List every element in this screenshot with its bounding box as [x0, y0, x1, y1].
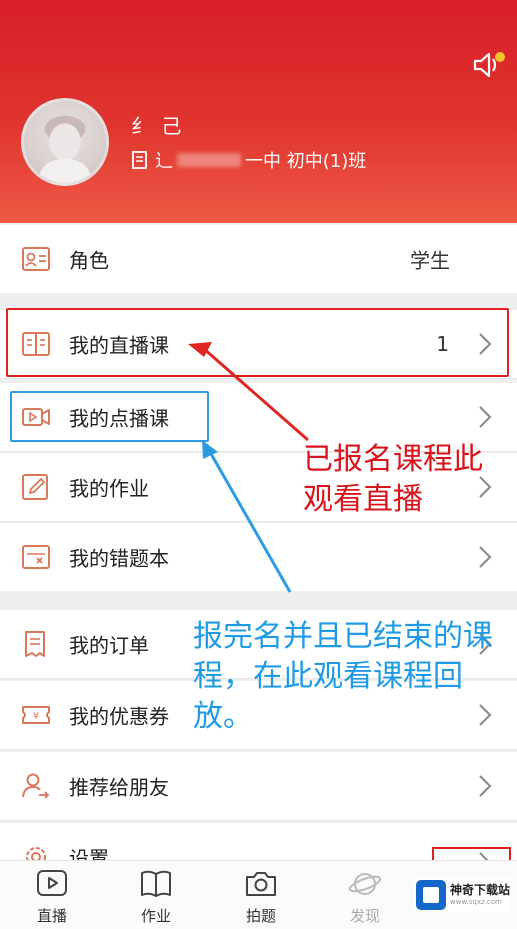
orders-label: 我的订单 [69, 633, 149, 658]
open-book-icon [141, 870, 171, 897]
chevron-right-icon [479, 406, 492, 428]
tab-homework-label: 作业 [140, 907, 171, 925]
mistake-book-icon [22, 545, 50, 569]
tab-live-label: 直播 [36, 907, 67, 925]
tab-photo[interactable]: 拍题 [226, 867, 296, 926]
logo-url: www.sqxz.com [450, 897, 502, 906]
divider [0, 378, 517, 379]
logo-mark [416, 879, 446, 910]
play-icon [37, 870, 67, 896]
edit-icon [22, 474, 48, 500]
school-class: 一中 初中(1)班 [245, 151, 367, 172]
highlight-live-courses [6, 308, 509, 377]
role-row: 角色 学生 [0, 225, 517, 293]
coupons-label: 我的优惠券 [69, 704, 169, 729]
school-icon [132, 151, 147, 169]
tab-live[interactable]: 直播 [17, 867, 87, 926]
id-card-icon [22, 247, 50, 271]
camera-icon [246, 872, 276, 896]
annotation-live: 已报名课程此观看直播 [303, 442, 483, 517]
share-user-icon [22, 773, 50, 799]
tab-homework[interactable]: 作业 [121, 867, 191, 926]
role-label: 角色 [69, 248, 109, 273]
tab-discover[interactable]: 发现 [330, 867, 400, 926]
site-logo: 神奇下载站 www.sqxz.com [414, 877, 510, 912]
planet-icon [348, 873, 382, 895]
username: 纟 己 [131, 114, 184, 138]
school-info: 辶 一中 初中(1)班 [131, 147, 366, 173]
speaker-icon[interactable] [472, 50, 506, 80]
tab-discover-label: 发现 [349, 907, 380, 925]
recommend-label: 推荐给朋友 [69, 775, 169, 800]
profile-header: 纟 己 辶 一中 初中(1)班 [0, 0, 517, 223]
tab-photo-label: 拍题 [245, 907, 276, 925]
logo-name: 神奇下载站 [450, 882, 511, 897]
role-value: 学生 [410, 248, 450, 273]
menu-item-recommend[interactable]: 推荐给朋友 [0, 752, 517, 820]
homework-label: 我的作业 [69, 476, 149, 501]
avatar[interactable] [21, 98, 109, 186]
divider [0, 820, 517, 821]
mistake-book-label: 我的错题本 [69, 546, 169, 571]
coupon-icon: ¥ [22, 706, 50, 724]
redacted-text [177, 153, 241, 167]
highlight-vod-courses [10, 391, 209, 442]
chevron-right-icon [479, 546, 492, 568]
divider [0, 521, 517, 522]
svg-text:¥: ¥ [33, 711, 39, 722]
annotation-replay: 报完名并且已结束的课程，在此观看课程回放。 [193, 619, 493, 734]
school-prefix: 辶 [155, 151, 173, 172]
divider [0, 749, 517, 750]
order-icon [25, 631, 45, 657]
chevron-right-icon [479, 775, 492, 797]
menu-item-mistake-book[interactable]: 我的错题本 [0, 523, 517, 591]
